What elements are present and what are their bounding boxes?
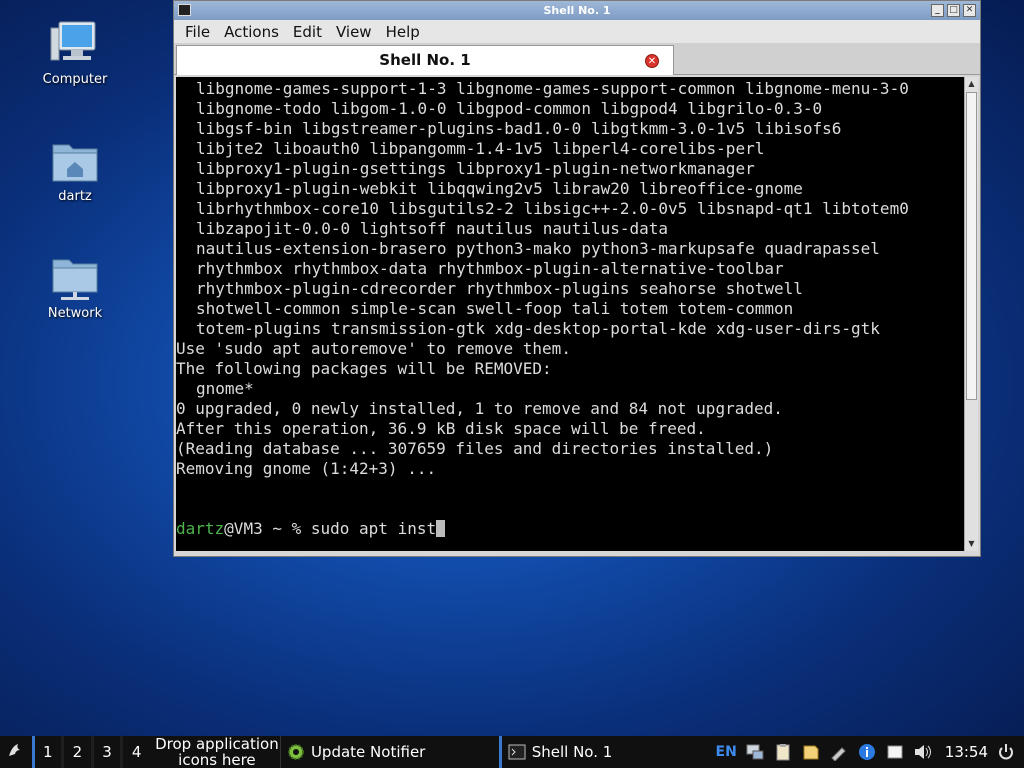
scroll-down-icon[interactable]: ▼ xyxy=(965,537,978,551)
gear-icon xyxy=(287,744,304,760)
workspace-3[interactable]: 3 xyxy=(90,736,121,768)
network-icon xyxy=(49,254,101,302)
notes-icon[interactable] xyxy=(801,743,821,761)
terminal-line: libgnome-games-support-1-3 libgnome-game… xyxy=(196,79,909,98)
maximize-button[interactable]: □ xyxy=(947,4,960,17)
menubar: File Actions Edit View Help xyxy=(174,20,980,43)
scroll-up-icon[interactable]: ▲ xyxy=(965,77,978,91)
terminal-line: libzapojit-0.0-0 lightsoff nautilus naut… xyxy=(196,219,669,238)
terminal-line: totem-plugins transmission-gtk xdg-deskt… xyxy=(196,319,880,338)
window-titlebar[interactable]: Shell No. 1 _ □ ✕ xyxy=(174,1,980,20)
terminal-output[interactable]: libgnome-games-support-1-3 libgnome-game… xyxy=(176,77,964,551)
menu-actions[interactable]: Actions xyxy=(217,23,286,41)
task-shell-1[interactable]: Shell No. 1 xyxy=(498,736,716,768)
computer-icon xyxy=(49,20,101,68)
terminal-prompt-line[interactable]: dartz@VM3 ~ % sudo apt inst xyxy=(176,519,964,539)
clock[interactable]: 13:54 xyxy=(945,743,988,761)
workspace-2[interactable]: 2 xyxy=(61,736,91,768)
tab-shell-1[interactable]: Shell No. 1 ✕ xyxy=(176,45,674,75)
task-label: Update Notifier xyxy=(310,743,426,761)
desktop-icon-network[interactable]: Network xyxy=(25,254,125,321)
volume-icon[interactable] xyxy=(913,743,933,761)
keyboard-layout-indicator[interactable]: EN xyxy=(716,744,737,760)
prompt-user: dartz xyxy=(176,519,225,538)
prompt-host: @VM3 ~ % xyxy=(224,519,311,538)
tab-close-icon[interactable]: ✕ xyxy=(645,54,659,68)
terminal-line: 0 upgraded, 0 newly installed, 1 to remo… xyxy=(176,399,783,418)
terminal-line: Removing gnome (1:42+3) ... xyxy=(176,459,437,478)
power-icon[interactable] xyxy=(996,743,1016,761)
terminal-line: rhythmbox rhythmbox-data rhythmbox-plugi… xyxy=(196,259,784,278)
terminal-line: (Reading database ... 307659 files and d… xyxy=(176,439,774,458)
terminal-scrollbar[interactable]: ▲ ▼ xyxy=(964,77,978,551)
desktop-icon-computer[interactable]: Computer xyxy=(25,20,125,87)
info-icon[interactable] xyxy=(857,743,877,761)
terminal-line: libproxy1-plugin-webkit libqqwing2v5 lib… xyxy=(196,179,803,198)
terminal-line: libgnome-todo libgom-1.0-0 libgpod-commo… xyxy=(196,99,823,118)
taskbar: 1 2 3 4 Drop application icons here Upda… xyxy=(0,736,1024,768)
terminal-line: The following packages will be REMOVED: xyxy=(176,359,552,378)
terminal-line: Use 'sudo apt autoremove' to remove them… xyxy=(176,339,571,358)
home-folder-icon xyxy=(49,137,101,185)
tab-label: Shell No. 1 xyxy=(379,51,471,69)
clipboard-icon[interactable] xyxy=(773,743,793,761)
terminal-line: rhythmbox-plugin-cdrecorder rhythmbox-pl… xyxy=(196,279,803,298)
desktop-icon-label: Network xyxy=(47,306,103,321)
text-cursor xyxy=(436,520,446,537)
menu-edit[interactable]: Edit xyxy=(286,23,329,41)
menu-file[interactable]: File xyxy=(178,23,217,41)
terminal-line: nautilus-extension-brasero python3-mako … xyxy=(196,239,880,258)
start-menu-icon[interactable] xyxy=(0,740,32,765)
terminal-icon xyxy=(178,4,191,16)
scrollbar-thumb[interactable] xyxy=(966,92,977,400)
terminal-line: libgsf-bin libgstreamer-plugins-bad1.0-0… xyxy=(196,119,842,138)
close-button[interactable]: ✕ xyxy=(963,4,976,17)
menu-view[interactable]: View xyxy=(329,23,379,41)
desktop-icon-label: dartz xyxy=(58,189,92,204)
command-input[interactable]: sudo apt inst xyxy=(311,519,436,538)
task-update-notifier[interactable]: Update Notifier xyxy=(279,736,499,768)
desktop-icon-home-folder[interactable]: dartz xyxy=(25,137,125,204)
terminal-line: libjte2 liboauth0 libpangomm-1.4-1v5 lib… xyxy=(196,139,765,158)
workspace-1[interactable]: 1 xyxy=(31,736,62,768)
pen-icon[interactable] xyxy=(829,743,849,761)
network-status-icon[interactable] xyxy=(745,743,765,761)
minimize-button[interactable]: _ xyxy=(931,4,944,17)
tab-bar: Shell No. 1 ✕ xyxy=(174,43,980,75)
notification-icon[interactable] xyxy=(885,743,905,761)
terminal-window: Shell No. 1 _ □ ✕ File Actions Edit View… xyxy=(173,0,981,557)
menu-help[interactable]: Help xyxy=(379,23,427,41)
terminal-line: After this operation, 36.9 kB disk space… xyxy=(176,419,706,438)
terminal-line: libproxy1-plugin-gsettings libproxy1-plu… xyxy=(196,159,755,178)
task-label: Shell No. 1 xyxy=(531,743,613,761)
terminal-icon xyxy=(508,744,526,760)
workspace-4[interactable]: 4 xyxy=(120,736,150,768)
terminal-line: shotwell-common simple-scan swell-foop t… xyxy=(196,299,794,318)
terminal-line: librhythmbox-core10 libsgutils2-2 libsig… xyxy=(196,199,909,218)
window-title: Shell No. 1 xyxy=(543,4,611,17)
desktop-icon-label: Computer xyxy=(42,72,108,87)
terminal-line: gnome* xyxy=(196,379,254,398)
system-tray: EN 13:54 xyxy=(716,743,1024,761)
launcher-dropzone[interactable]: Drop application icons here xyxy=(154,736,280,768)
